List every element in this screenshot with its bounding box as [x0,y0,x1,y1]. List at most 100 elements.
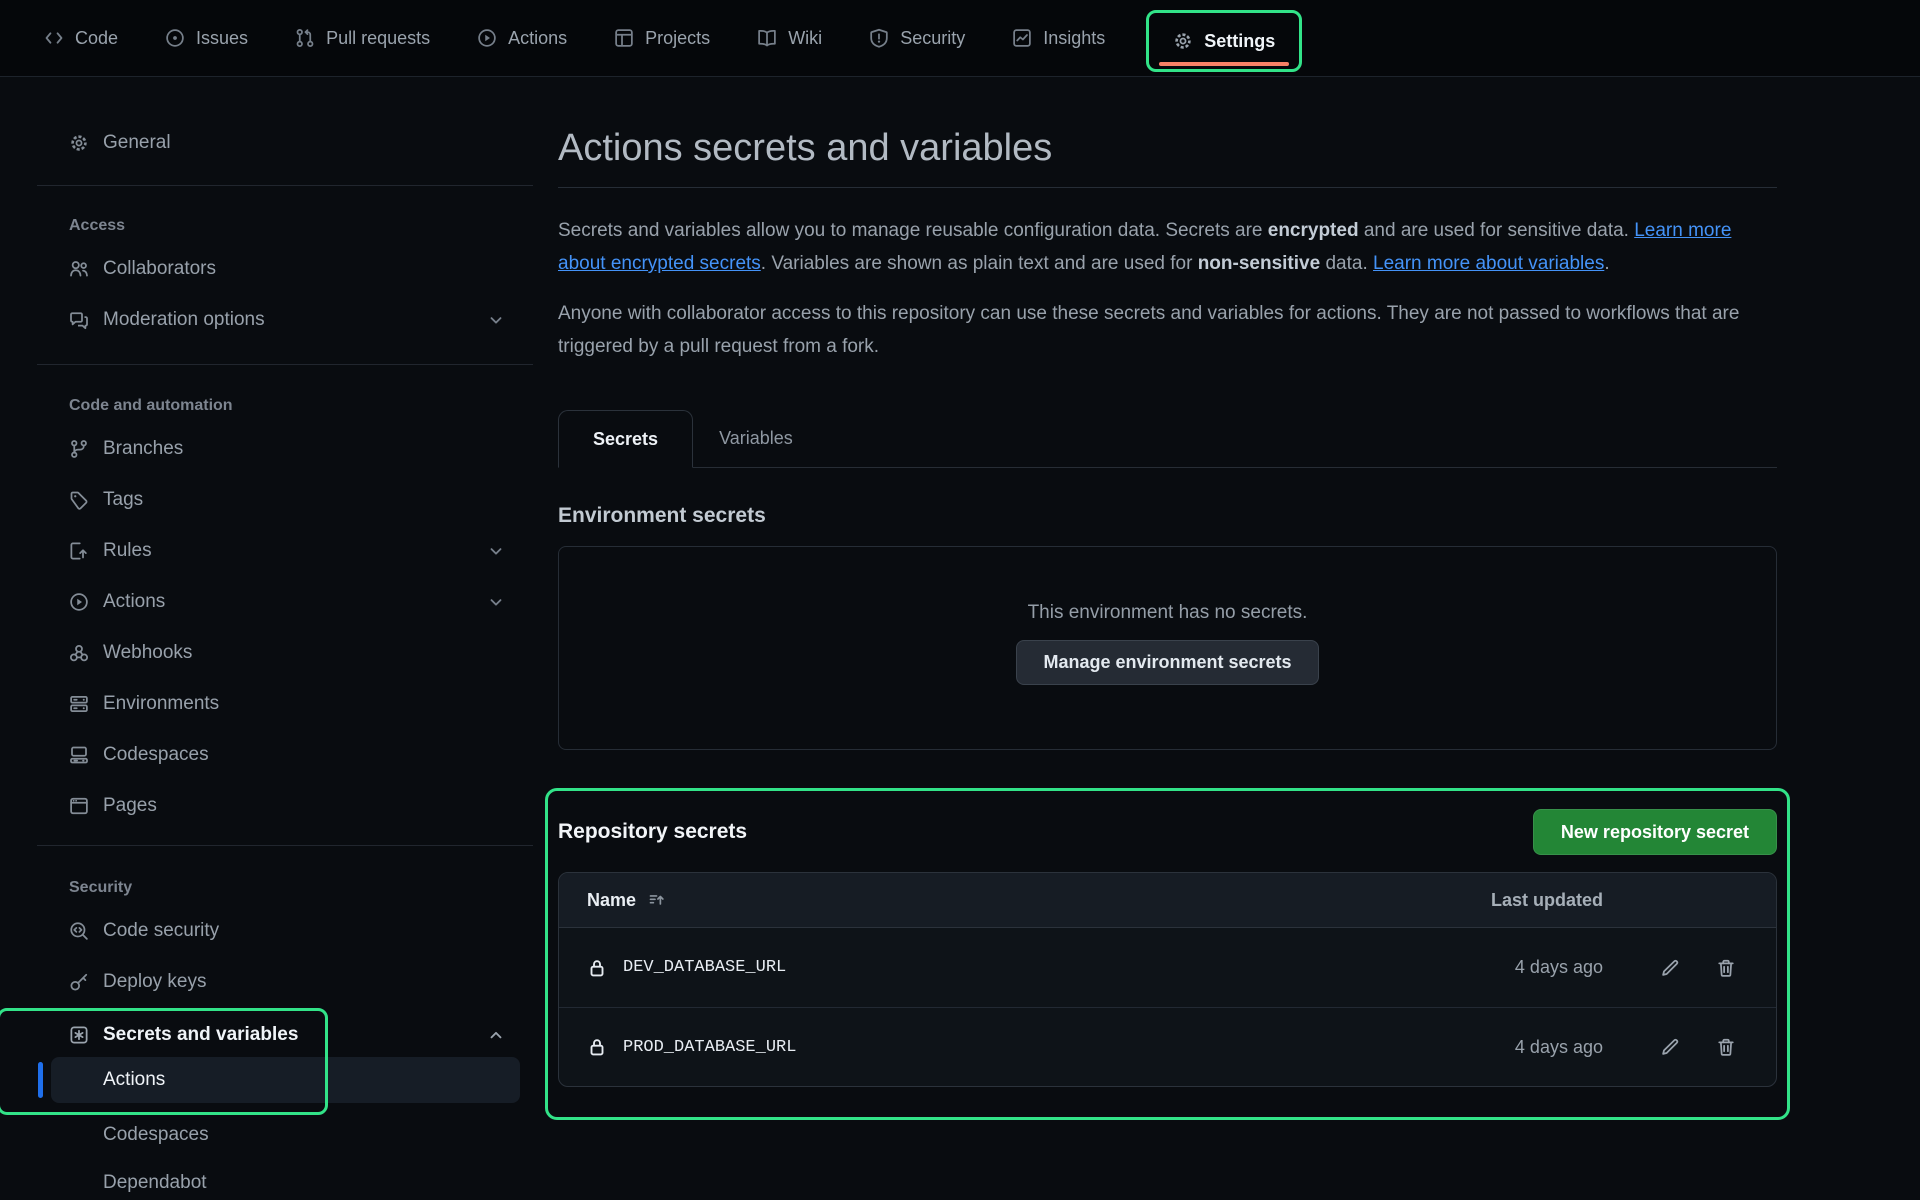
intro-bold-non-sensitive: non-sensitive [1198,253,1320,274]
sidebar-item-branches[interactable]: Branches [37,423,533,474]
chevron-up-icon [486,1025,506,1045]
sidebar-item-label: Branches [103,438,183,460]
column-header-name[interactable]: Name [587,890,1453,911]
sidebar-item-label: Environments [103,693,219,715]
delete-trash-icon[interactable] [1716,958,1736,978]
secret-name: DEV_DATABASE_URL [623,958,786,977]
lock-icon [587,1037,607,1057]
nav-tab-code[interactable]: Code [44,28,118,49]
repo-nav: Code Issues Pull requests Actions Projec… [0,0,1920,77]
sidebar-item-label: Secrets and variables [103,1024,298,1046]
secret-name-cell: DEV_DATABASE_URL [587,958,1453,978]
sidebar-item-label: Webhooks [103,642,192,664]
sidebar-item-moderation-options[interactable]: Moderation options [37,294,533,345]
git-pull-request-icon [295,28,315,48]
secret-row-actions [1603,958,1748,978]
sidebar-item-tags[interactable]: Tags [37,474,533,525]
chevron-down-icon [486,310,506,330]
intro-text: Secrets and variables allow you to manag… [558,220,1268,241]
nav-tab-label: Insights [1043,28,1105,49]
nav-tab-pull-requests[interactable]: Pull requests [295,28,430,49]
manage-environment-secrets-button[interactable]: Manage environment secrets [1016,640,1318,685]
settings-annotation-box: Settings [1146,10,1302,72]
new-repository-secret-button[interactable]: New repository secret [1533,809,1777,855]
secret-name: PROD_DATABASE_URL [623,1038,796,1057]
sidebar-section-code-automation: Code and automation [37,379,533,415]
tag-icon [69,490,89,510]
sidebar-item-code-security[interactable]: Code security [37,905,533,956]
sidebar-subitem-actions[interactable]: Actions [51,1057,520,1103]
sidebar-item-pages[interactable]: Pages [37,780,533,831]
sidebar-item-secrets-and-variables[interactable]: Secrets and variables [37,1013,533,1057]
sidebar-divider [37,845,533,846]
lock-icon [587,958,607,978]
sidebar-item-collaborators[interactable]: Collaborators [37,243,533,294]
nav-tab-insights[interactable]: Insights [1012,28,1105,49]
codespaces-icon [69,745,89,765]
issue-opened-icon [165,28,185,48]
tab-variables[interactable]: Variables [693,409,819,467]
sidebar-section-access: Access [37,199,533,235]
sidebar-item-label: General [103,132,171,154]
sidebar-item-label: Actions [103,591,165,613]
nav-tab-issues[interactable]: Issues [165,28,248,49]
intro-text: . [1604,253,1609,274]
sidebar-item-webhooks[interactable]: Webhooks [37,627,533,678]
asterisk-box-icon [69,1025,89,1045]
comment-discussion-icon [69,310,89,330]
active-tab-underline [1159,62,1289,66]
sidebar-item-label: Codespaces [103,744,209,766]
edit-pencil-icon[interactable] [1660,958,1680,978]
sidebar-item-label: Pages [103,795,157,817]
nav-tab-label: Settings [1204,31,1275,52]
sidebar-item-actions[interactable]: Actions [37,576,533,627]
sidebar-section-security: Security [37,861,533,897]
title-divider [558,187,1777,188]
sidebar-item-label: Moderation options [103,309,265,331]
repository-secrets-table: Name Last updated DEV_DATABASE_URL 4 day… [558,872,1777,1087]
edit-pencil-icon[interactable] [1660,1037,1680,1057]
nav-tab-settings[interactable]: Settings [1173,31,1275,52]
nav-tab-label: Projects [645,28,710,49]
nav-tab-projects[interactable]: Projects [614,28,710,49]
code-icon [44,28,64,48]
sidebar-item-deploy-keys[interactable]: Deploy keys [37,956,533,1007]
link-learn-variables[interactable]: Learn more about variables [1373,253,1604,274]
gear-icon [1173,31,1193,51]
nav-tab-label: Pull requests [326,28,430,49]
chevron-down-icon [486,541,506,561]
nav-tab-actions[interactable]: Actions [477,28,567,49]
sidebar-item-environments[interactable]: Environments [37,678,533,729]
sidebar-item-codespaces[interactable]: Codespaces [37,729,533,780]
nav-tab-label: Issues [196,28,248,49]
sidebar-subitem-label: Actions [103,1069,165,1091]
sidebar-item-label: Collaborators [103,258,216,280]
page-title: Actions secrets and variables [558,126,1777,170]
sidebar-divider [37,185,533,186]
nav-tab-security[interactable]: Security [869,28,965,49]
secret-name-cell: PROD_DATABASE_URL [587,1037,1453,1057]
delete-trash-icon[interactable] [1716,1037,1736,1057]
intro-text: data. [1320,253,1373,274]
sidebar-divider [37,364,533,365]
play-circle-icon [69,592,89,612]
git-branch-icon [69,439,89,459]
selected-item-accent-bar [38,1062,43,1098]
nav-tab-label: Actions [508,28,567,49]
nav-tab-wiki[interactable]: Wiki [757,28,822,49]
empty-state-message: This environment has no secrets. [559,602,1776,624]
intro-paragraph-1: Secrets and variables allow you to manag… [558,214,1743,280]
code-scan-icon [69,921,89,941]
tab-secrets[interactable]: Secrets [558,410,693,468]
sidebar-item-general[interactable]: General [37,121,533,165]
sidebar-item-rules[interactable]: Rules [37,525,533,576]
sidebar-subitem-codespaces[interactable]: Codespaces [37,1111,533,1159]
sidebar-subitem-dependabot[interactable]: Dependabot [37,1159,533,1200]
settings-content: Actions secrets and variables Secrets an… [558,77,1777,1120]
sidebar-item-label: Rules [103,540,152,562]
rule-icon [69,541,89,561]
secret-row-prod-database-url: PROD_DATABASE_URL 4 days ago [559,1007,1776,1086]
column-label: Name [587,890,636,911]
play-circle-icon [477,28,497,48]
sort-ascending-icon [648,891,666,909]
